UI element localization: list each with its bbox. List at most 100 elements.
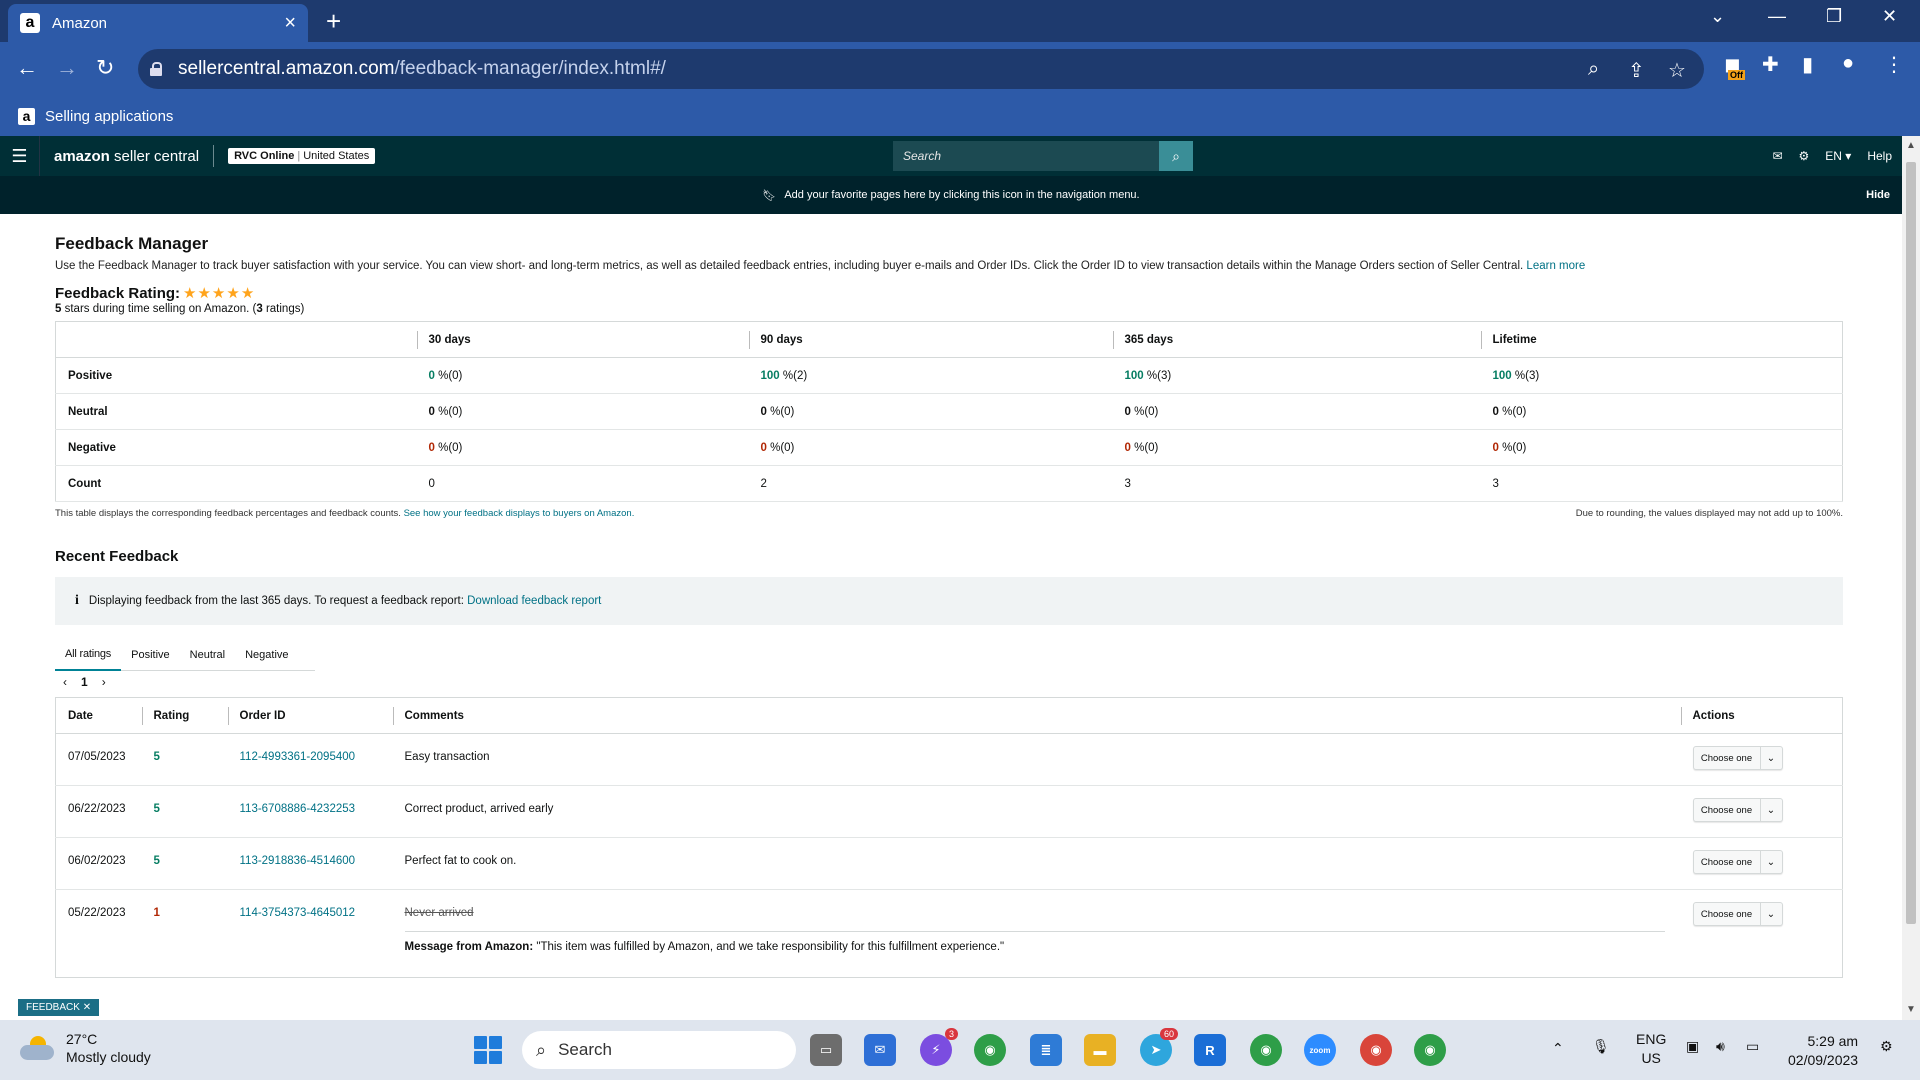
browser-menu-icon[interactable]: ⋮ xyxy=(1884,52,1904,77)
mail-app-icon[interactable]: ✉ xyxy=(864,1034,896,1066)
file-explorer-icon[interactable]: ▬ xyxy=(1084,1034,1116,1066)
order-id-link[interactable]: 113-6708886-4232253 xyxy=(240,803,356,815)
action-dropdown[interactable]: Choose one ⌄ xyxy=(1692,902,1783,926)
seller-central-logo[interactable]: amazon seller central xyxy=(54,148,199,165)
tab-positive[interactable]: Positive xyxy=(121,639,180,671)
favorites-hint-bar: 🔖︎ Add your favorite pages here by click… xyxy=(0,176,1902,214)
reload-icon[interactable]: ↻ xyxy=(96,56,114,80)
bookmark-selling-applications[interactable]: Selling applications xyxy=(45,108,173,125)
scroll-thumb[interactable] xyxy=(1906,162,1916,924)
close-window-icon[interactable]: ✕ xyxy=(1882,6,1897,27)
pagination: ‹ 1 › xyxy=(55,675,1847,689)
task-view-icon[interactable]: ▭ xyxy=(810,1034,842,1066)
page-scrollbar[interactable]: ▲ ▼ xyxy=(1902,136,1920,1020)
windows-start-icon[interactable] xyxy=(474,1036,502,1064)
language-indicator[interactable]: ENG US xyxy=(1636,1030,1666,1068)
restore-icon[interactable]: ❐ xyxy=(1826,6,1842,27)
close-tab-icon[interactable]: × xyxy=(284,13,296,33)
side-panel-icon[interactable]: ▮ xyxy=(1802,52,1813,77)
microphone-icon[interactable]: 🎙︎ xyxy=(1592,1038,1610,1055)
browser-tab-strip: a Amazon × + ⌄ — ❐ ✕ xyxy=(0,0,1920,42)
col-30-days: 30 days xyxy=(416,321,749,358)
store-switcher[interactable]: RVC Online | United States xyxy=(228,148,376,164)
tab-search-chevron-icon[interactable]: ⌄ xyxy=(1710,6,1725,27)
header-actions: ✉ ⚙ EN ▾ Help xyxy=(1772,136,1892,176)
page-number[interactable]: 1 xyxy=(81,675,88,689)
chrome-active-icon[interactable]: ◉ xyxy=(1414,1034,1446,1066)
taskbar-search[interactable]: ⌕ Search xyxy=(522,1031,796,1069)
feedback-tag[interactable]: FEEDBACK ✕ xyxy=(18,999,100,1016)
r-app-icon[interactable]: R xyxy=(1194,1034,1226,1066)
action-dropdown[interactable]: Choose one ⌄ xyxy=(1692,850,1783,874)
amazon-bookmark-icon: a xyxy=(18,107,35,125)
buyer-display-link[interactable]: See how your feedback displays to buyers… xyxy=(404,508,635,519)
messenger-icon[interactable]: ⚡ 3 xyxy=(920,1028,958,1066)
rating-value: 1 xyxy=(153,907,160,919)
comment-text: Correct product, arrived early xyxy=(392,785,1681,838)
url-path: /feedback-manager/index.html#/ xyxy=(394,58,666,79)
order-id-link[interactable]: 114-3754373-4645012 xyxy=(240,907,356,919)
new-tab-icon[interactable]: + xyxy=(326,8,341,34)
url-field[interactable]: sellercentral.amazon.com/feedback-manage… xyxy=(138,49,1704,89)
recent-feedback-title: Recent Feedback xyxy=(55,548,179,565)
search-input[interactable] xyxy=(893,141,1159,171)
feedback-rating: Feedback Rating: ★★★★★ xyxy=(55,284,1847,303)
volume-icon[interactable]: 🔊︎ xyxy=(1716,1038,1725,1055)
rounding-note: Due to rounding, the values displayed ma… xyxy=(1575,508,1843,519)
scroll-down-icon[interactable]: ▼ xyxy=(1906,1004,1916,1015)
tab-neutral[interactable]: Neutral xyxy=(180,639,235,671)
notifications-icon[interactable]: ⚙ xyxy=(1880,1038,1893,1055)
search-icon[interactable]: ⌕ xyxy=(1159,141,1193,171)
prev-page-icon[interactable]: ‹ xyxy=(63,675,67,689)
chrome-icon[interactable]: ◉ xyxy=(1360,1034,1392,1066)
bookmark-icon: 🔖︎ xyxy=(762,189,777,202)
language-selector[interactable]: EN ▾ xyxy=(1825,149,1851,163)
telegram-icon[interactable]: ➤ 60 xyxy=(1140,1028,1178,1066)
gear-icon[interactable]: ⚙ xyxy=(1799,149,1810,163)
zoom-icon[interactable]: ⌕ xyxy=(1588,58,1599,81)
col-rating: Rating xyxy=(141,697,228,734)
system-clock[interactable]: 5:29 am 02/09/2023 xyxy=(1788,1032,1858,1070)
hide-button[interactable]: Hide xyxy=(1866,189,1890,201)
close-icon[interactable]: ✕ xyxy=(83,1002,91,1013)
rating-filter-tabs: All ratings Positive Neutral Negative xyxy=(55,639,315,671)
rating-value: 5 xyxy=(153,751,160,763)
network-icon[interactable]: ▣ xyxy=(1686,1038,1699,1055)
minimize-icon[interactable]: — xyxy=(1768,6,1786,27)
hamburger-menu-icon[interactable]: ☰ xyxy=(0,136,40,176)
bookmark-star-icon[interactable]: ☆ xyxy=(1668,58,1686,83)
help-link[interactable]: Help xyxy=(1867,149,1892,163)
table-row: 06/22/2023 5 113-6708886-4232253 Correct… xyxy=(55,785,1843,838)
tab-negative[interactable]: Negative xyxy=(235,639,298,671)
tab-all-ratings[interactable]: All ratings xyxy=(55,639,122,671)
share-icon[interactable]: ⇪ xyxy=(1628,58,1645,83)
battery-icon[interactable]: ▭ xyxy=(1746,1038,1759,1055)
metrics-corner-header xyxy=(55,321,417,358)
rating-value: 5 xyxy=(153,803,160,815)
weather-widget[interactable]: 27°C Mostly cloudy xyxy=(20,1030,151,1066)
zoom-icon[interactable]: zoom xyxy=(1304,1034,1336,1066)
download-report-link[interactable]: Download feedback report xyxy=(467,595,601,607)
action-dropdown[interactable]: Choose one ⌄ xyxy=(1692,746,1783,770)
profile-icon[interactable]: ● xyxy=(1842,52,1854,75)
forward-icon[interactable]: → xyxy=(56,56,78,80)
chrome-profile-icon[interactable]: ◉ xyxy=(1250,1034,1282,1066)
action-dropdown[interactable]: Choose one ⌄ xyxy=(1692,798,1783,822)
order-id-link[interactable]: 113-2918836-4514600 xyxy=(240,855,356,867)
address-bar: ← → ↻ sellercentral.amazon.com/feedback-… xyxy=(0,42,1920,96)
feedback-metrics-table: 30 days 90 days 365 days Lifetime Positi… xyxy=(55,321,1843,502)
order-id-link[interactable]: 112-4993361-2095400 xyxy=(240,751,356,763)
amazon-message: Message from Amazon: "This item was fulf… xyxy=(404,931,1665,953)
notepad-icon[interactable]: ≣ xyxy=(1030,1034,1062,1066)
tray-chevron-icon[interactable]: ⌃ xyxy=(1552,1040,1564,1057)
browser-tab[interactable]: a Amazon × xyxy=(8,4,308,42)
scroll-up-icon[interactable]: ▲ xyxy=(1906,140,1916,151)
page-title: Feedback Manager xyxy=(55,234,209,253)
learn-more-link[interactable]: Learn more xyxy=(1526,260,1585,272)
comment-text: Easy transaction xyxy=(392,733,1681,786)
extensions-puzzle-icon[interactable]: ✚ xyxy=(1762,52,1779,77)
back-icon[interactable]: ← xyxy=(16,56,38,80)
chrome-icon[interactable]: ◉ xyxy=(974,1034,1006,1066)
next-page-icon[interactable]: › xyxy=(102,675,106,689)
mail-icon[interactable]: ✉ xyxy=(1772,149,1782,163)
